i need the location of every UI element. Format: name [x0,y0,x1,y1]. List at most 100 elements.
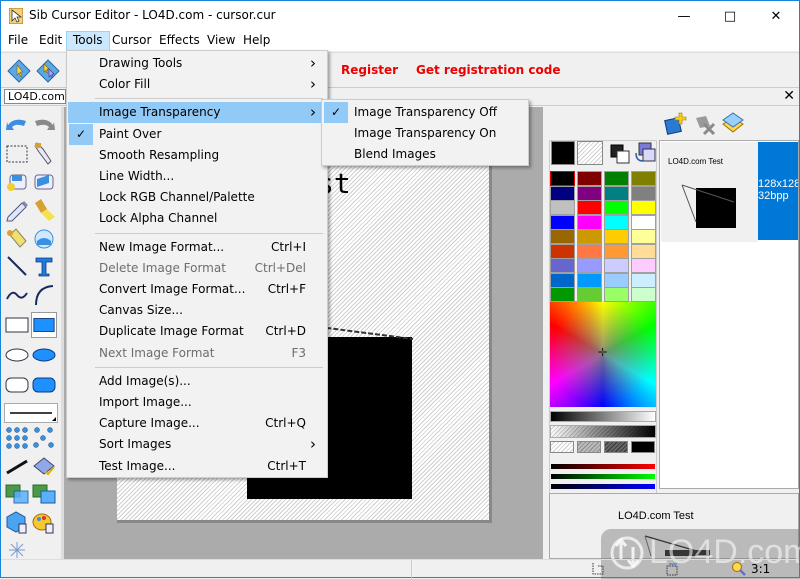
color-swatch[interactable] [604,287,629,302]
menu-item-paint-over[interactable]: ✓ Paint Over [68,123,326,145]
color-swatch[interactable] [550,258,575,273]
color-swatch[interactable] [577,287,602,302]
menu-item-new-image-format[interactable]: New Image Format... Ctrl+I [68,237,326,258]
color-swatch[interactable] [577,214,602,230]
lock-alpha-icon[interactable] [4,509,30,535]
text-tool-icon[interactable] [31,253,57,279]
color-swatch[interactable] [550,200,575,215]
image-format-badge[interactable]: 128x128 32bpp [758,142,798,240]
overlay-mode-icon[interactable] [4,481,30,507]
redo-icon[interactable] [31,111,57,137]
color-swatch[interactable] [631,287,656,302]
brightness-slider[interactable] [550,411,656,422]
menu-item-canvas-size[interactable]: Canvas Size... [68,300,326,321]
menu-item-add-image-s[interactable]: Add Image(s)... [68,371,326,392]
color-swatch[interactable] [577,272,602,288]
color-swatch[interactable] [631,272,656,288]
color-swatch[interactable] [631,229,656,244]
menu-view[interactable]: View [201,31,241,51]
color-swatch[interactable] [604,200,629,215]
lock-palette-icon[interactable] [31,509,57,535]
menu-item-drawing-tools[interactable]: Drawing Tools › [68,53,326,74]
color-swatch[interactable] [631,258,656,273]
menu-item-image-transparency[interactable]: Image Transparency › [68,102,326,124]
get-registration-code-link[interactable]: Get registration code [416,63,560,77]
scatter-dots-icon[interactable] [31,425,57,451]
close-button[interactable]: ✕ [753,1,799,31]
menu-tools[interactable]: Tools [66,31,110,51]
arc-tool-icon[interactable] [31,281,57,307]
ellipse-outline-icon[interactable] [4,342,30,368]
color-wheel[interactable]: ✛ [550,301,656,407]
menu-effects[interactable]: Effects [153,31,206,51]
menu-edit[interactable]: Edit [33,31,68,51]
rectangle-select-icon[interactable] [4,141,30,167]
color-mode-icon[interactable] [609,143,631,165]
menu-item-blend-images[interactable]: Blend Images [323,144,527,165]
rounded-rect-outline-icon[interactable] [4,372,30,398]
menu-cursor[interactable]: Cursor [106,31,157,51]
color-swatch[interactable] [631,243,656,259]
color-swatch[interactable] [577,200,602,215]
brush-icon[interactable] [31,197,57,223]
new-cursor-icon[interactable] [6,58,32,84]
menu-item-test-image[interactable]: Test Image... Ctrl+T [68,456,326,477]
menu-item-capture-image[interactable]: Capture Image... Ctrl+Q [68,413,326,434]
color-swatch[interactable] [604,214,629,230]
color-swatch[interactable] [604,272,629,288]
rectangle-outline-icon[interactable] [4,312,30,338]
rectangle-filled-icon[interactable] [31,312,57,338]
color-swatch[interactable] [604,258,629,273]
menu-item-delete-image-format[interactable]: Delete Image Format Ctrl+Del [68,258,326,279]
alpha-preset-2[interactable] [604,441,628,453]
primary-color-swatch[interactable] [551,141,575,165]
color-swatch[interactable] [631,171,656,186]
menu-item-smooth-resampling[interactable]: Smooth Resampling [68,145,326,166]
add-image-icon[interactable] [663,111,687,135]
menu-item-duplicate-image-format[interactable]: Duplicate Image Format Ctrl+D [68,321,326,342]
rounded-rect-filled-icon[interactable] [31,372,57,398]
color-swatch[interactable] [577,243,602,259]
swap-colors-icon[interactable] [633,141,657,165]
close-document-icon[interactable]: ✕ [783,88,795,104]
color-swatch[interactable] [550,214,575,230]
green-channel-slider[interactable] [551,474,655,479]
color-swatch[interactable] [577,171,602,186]
menu-item-lock-alpha-channel[interactable]: Lock Alpha Channel [68,208,326,229]
color-swatch[interactable] [604,185,629,201]
alpha-preset-1[interactable] [577,441,601,453]
antialias-line-icon[interactable] [4,453,30,479]
register-link[interactable]: Register [341,63,398,77]
line-width-selector[interactable] [4,403,58,423]
airbrush-icon[interactable] [4,225,30,251]
color-swatch[interactable] [631,200,656,215]
fill-bucket-icon[interactable] [4,169,30,195]
replace-mode-icon[interactable] [31,481,57,507]
menu-file[interactable]: File [2,31,34,51]
color-swatch[interactable] [604,171,629,186]
smudge-icon[interactable] [31,225,57,251]
new-animated-cursor-icon[interactable] [35,58,61,84]
menu-item-convert-image-format[interactable]: Convert Image Format... Ctrl+F [68,279,326,300]
color-picker-icon[interactable] [31,141,57,167]
maximize-button[interactable]: □ [707,1,753,31]
color-swatch[interactable] [550,243,575,259]
color-swatch[interactable] [577,185,602,201]
ellipse-filled-icon[interactable] [31,342,57,368]
line-tool-icon[interactable] [4,253,30,279]
menu-help[interactable]: Help [237,31,276,51]
alpha-preset-0[interactable] [550,441,574,453]
color-swatch[interactable] [550,287,575,302]
color-swatch[interactable] [577,258,602,273]
alpha-slider[interactable] [550,425,656,438]
color-swatch[interactable] [577,229,602,244]
color-swatch[interactable] [631,185,656,201]
color-swatch[interactable] [604,243,629,259]
menu-item-image-transparency-off[interactable]: ✓ Image Transparency Off [323,102,527,123]
color-swatch[interactable] [604,229,629,244]
alpha-preset-3[interactable] [631,441,655,453]
zoom-icon[interactable] [731,561,747,577]
undo-icon[interactable] [4,111,30,137]
menu-item-lock-rgb-channel-palette[interactable]: Lock RGB Channel/Palette [68,187,326,208]
color-swatch[interactable] [550,229,575,244]
